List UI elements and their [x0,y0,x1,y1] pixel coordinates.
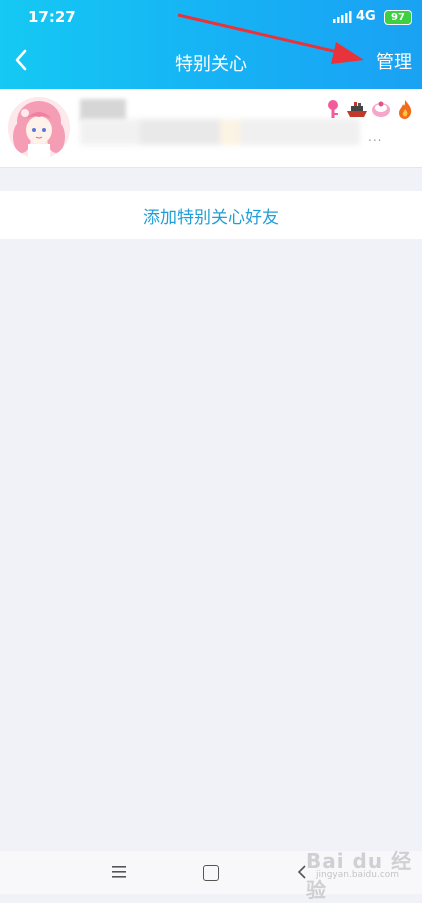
menu-icon[interactable] [111,865,129,879]
add-friend-label: 添加特别关心好友 [143,207,279,228]
status-time: 17:27 [28,8,76,26]
page-title: 特别关心 [175,54,247,75]
pink-key-badge-icon [328,100,338,118]
special-care-friend-item[interactable]: ... [0,89,422,168]
flame-badge-icon [399,100,412,119]
battery-icon: 97 [384,10,412,25]
add-special-care-friend-button[interactable]: 添加特别关心好友 [0,191,422,239]
pink-cake-badge-icon [372,101,390,117]
signal-icon [333,11,352,23]
more-indicator: ... [368,130,383,144]
blurred-signature [80,119,360,145]
watermark-url: jingyan.baidu.com [316,870,400,880]
status-bar: 17:27 4G 97 [0,0,422,34]
friend-badges [322,98,416,120]
ship-badge-icon [347,102,367,117]
navigation-bar: 特别关心 管理 [0,34,422,89]
anime-girl-avatar-icon [8,97,70,159]
home-square-icon[interactable] [203,865,219,881]
manage-button[interactable]: 管理 [376,48,412,74]
app-header: 17:27 4G 97 特别关心 管理 [0,0,422,89]
network-type: 4G [356,9,376,24]
avatar [8,97,70,159]
blurred-nickname [80,99,126,121]
